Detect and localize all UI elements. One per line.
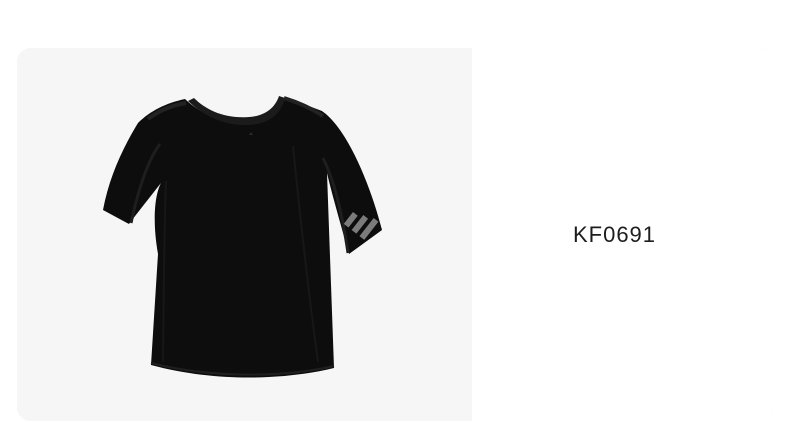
product-card[interactable]: KF0691 — [17, 48, 773, 421]
product-info-panel: KF0691 — [472, 48, 773, 421]
product-code: KF0691 — [572, 221, 657, 247]
product-image-panel — [17, 48, 472, 421]
black-cropped-tshirt-image — [103, 96, 382, 378]
